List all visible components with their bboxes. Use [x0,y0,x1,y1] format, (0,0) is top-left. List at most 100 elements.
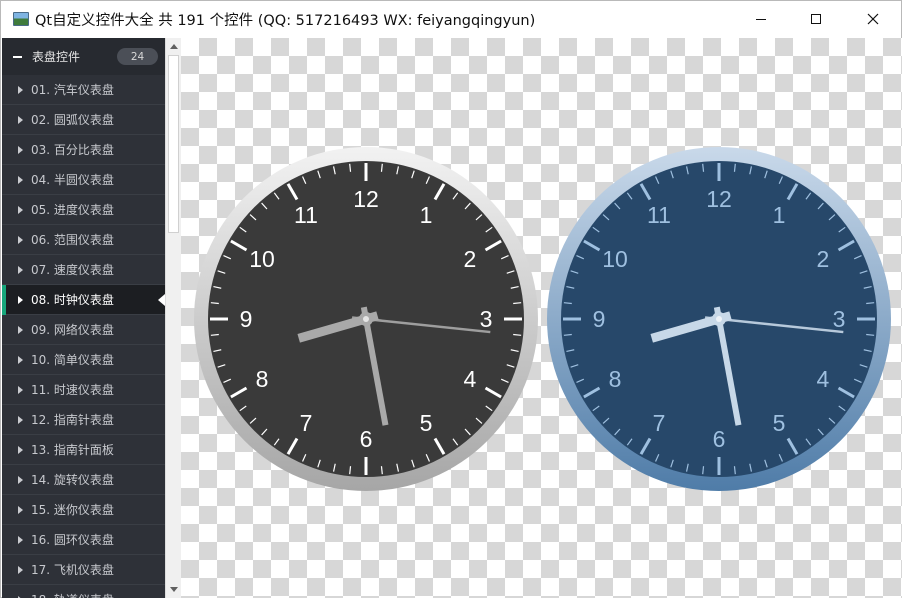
scroll-up-button[interactable] [166,38,181,55]
maximize-button[interactable] [793,1,839,37]
sidebar-item-label: 07. 速度仪表盘 [31,263,114,277]
clock-tick [702,163,705,172]
clock-number: 7 [300,410,313,436]
caret-right-icon [18,475,23,484]
caret-right-icon [18,205,23,214]
clock-number: 4 [817,366,830,392]
clock-number: 4 [464,366,477,392]
caret-right-icon [18,85,23,94]
sidebar-item[interactable]: 09. 网络仪表盘 [2,315,165,345]
clock-number: 9 [593,306,606,332]
sidebar-item-label: 12. 指南针表盘 [31,413,114,427]
clock-tick [380,163,383,172]
clock-tick [702,466,705,475]
sidebar-item[interactable]: 08. 时钟仪表盘 [2,285,165,315]
active-indicator [2,285,6,315]
sidebar-item[interactable]: 01. 汽车仪表盘 [2,75,165,105]
clock-tick [733,163,736,172]
caret-right-icon [18,325,23,334]
sidebar-item[interactable]: 06. 范围仪表盘 [2,225,165,255]
sidebar-item-label: 16. 圆环仪表盘 [31,533,114,547]
sidebar-item[interactable]: 05. 进度仪表盘 [2,195,165,225]
clock-number: 1 [420,202,433,228]
selected-pointer-icon [158,294,165,306]
clock-tick [349,163,352,172]
sidebar-item[interactable]: 11. 时速仪表盘 [2,375,165,405]
clock-tick [866,333,875,336]
scroll-thumb[interactable] [168,55,179,233]
clock-number: 5 [420,410,433,436]
sidebar-item[interactable]: 14. 旋转仪表盘 [2,465,165,495]
minimize-icon [756,19,766,20]
caret-right-icon [18,145,23,154]
clock-tick [513,333,522,336]
clock-center-dot [716,316,722,322]
clock-tick [563,302,572,305]
clock-number: 6 [360,426,373,452]
title-bar: Qt自定义控件大全 共 191 个控件 (QQ: 517216493 WX: f… [1,1,901,37]
maximize-icon [811,14,821,24]
clock-tick [513,302,522,305]
sidebar-item-label: 04. 半圆仪表盘 [31,173,114,187]
sidebar-item[interactable]: 15. 迷你仪表盘 [2,495,165,525]
clock-tick [866,302,875,305]
clock-tick [210,302,219,305]
caret-right-icon [18,535,23,544]
sidebar-item[interactable]: 10. 简单仪表盘 [2,345,165,375]
nav-list: 01. 汽车仪表盘 02. 圆弧仪表盘 03. 百分比表盘 04. 半圆仪表盘 05. … [2,75,165,598]
sidebar-item[interactable]: 17. 飞机仪表盘 [2,555,165,585]
sidebar-item-label: 03. 百分比表盘 [31,143,114,157]
count-badge: 24 [117,48,158,65]
caret-right-icon [18,355,23,364]
clock-gauge-blue: 121234567891011 [547,147,891,491]
sidebar-item[interactable]: 04. 半圆仪表盘 [2,165,165,195]
sidebar-scrollbar[interactable] [165,38,181,598]
sidebar-group-header[interactable]: 表盘控件 24 [2,38,165,75]
sidebar-item-label: 13. 指南针面板 [31,443,114,457]
clock-number: 2 [464,246,477,272]
window-title: Qt自定义控件大全 共 191 个控件 (QQ: 517216493 WX: f… [35,12,536,29]
clock-tick [349,466,352,475]
clock-number: 9 [240,306,253,332]
sidebar-item-label: 17. 飞机仪表盘 [31,563,114,577]
clock-gauge-dark: 121234567891011 [194,147,538,491]
sidebar-item[interactable]: 12. 指南针表盘 [2,405,165,435]
collapse-icon [13,55,22,58]
clock-number: 3 [480,306,493,332]
clock-tick [210,333,219,336]
clock-number: 5 [773,410,786,436]
arrow-up-icon [169,44,178,49]
sidebar-item-label: 02. 圆弧仪表盘 [31,113,114,127]
caret-right-icon [18,505,23,514]
clock-center-dot [363,316,369,322]
sidebar-item[interactable]: 13. 指南针面板 [2,435,165,465]
sidebar-item-label: 10. 简单仪表盘 [31,353,114,367]
sidebar-item[interactable]: 02. 圆弧仪表盘 [2,105,165,135]
caret-right-icon [18,115,23,124]
caret-right-icon [18,235,23,244]
clock-number: 11 [294,202,318,228]
clock-number: 11 [647,202,671,228]
scroll-down-button[interactable] [166,581,181,598]
caret-right-icon [18,445,23,454]
sidebar-item-label: 11. 时速仪表盘 [31,383,114,397]
clock-number: 12 [353,186,379,212]
sidebar-item[interactable]: 07. 速度仪表盘 [2,255,165,285]
clock-number: 10 [602,246,628,272]
caret-right-icon [18,295,23,304]
sidebar-item-label: 15. 迷你仪表盘 [31,503,114,517]
close-button[interactable] [850,1,896,37]
sidebar-item-label: 06. 范围仪表盘 [31,233,114,247]
caret-right-icon [18,565,23,574]
clock-number: 1 [773,202,786,228]
sidebar-item-label: 14. 旋转仪表盘 [31,473,114,487]
sidebar: 表盘控件 24 01. 汽车仪表盘 02. 圆弧仪表盘 03. 百分比表盘 04. 半… [2,38,165,598]
minimize-button[interactable] [738,1,784,37]
sidebar-item[interactable]: 18. 轨道仪表盘 [2,585,165,598]
sidebar-item-label: 09. 网络仪表盘 [31,323,114,337]
sidebar-item[interactable]: 16. 圆环仪表盘 [2,525,165,555]
caret-right-icon [18,385,23,394]
group-title: 表盘控件 [32,50,81,64]
clock-number: 8 [256,366,269,392]
sidebar-item[interactable]: 03. 百分比表盘 [2,135,165,165]
